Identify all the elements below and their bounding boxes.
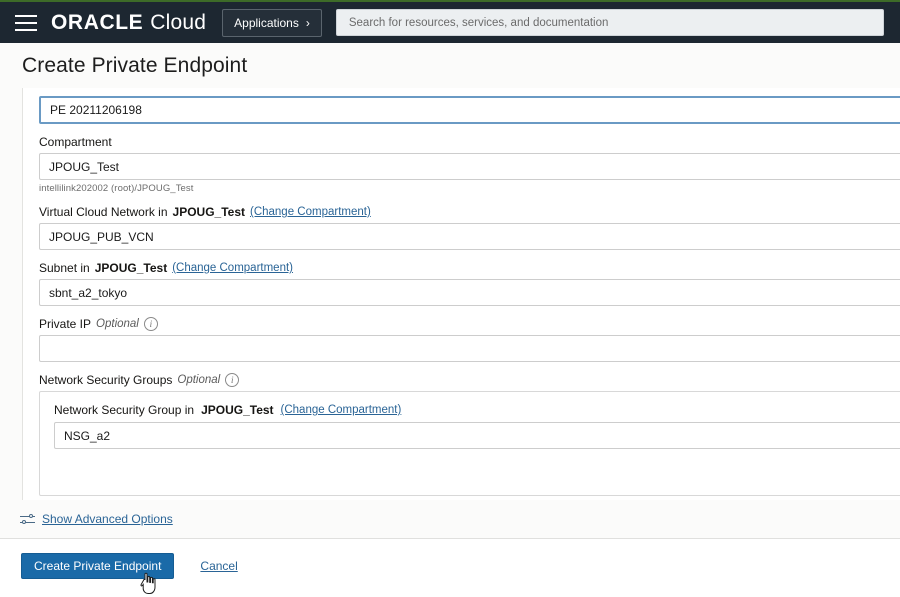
- network-security-groups-field-group: Network Security Groups Optional i Netwo…: [39, 373, 900, 496]
- show-advanced-options-link[interactable]: Show Advanced Options: [42, 512, 173, 526]
- nsg-change-compartment-link[interactable]: (Change Compartment): [281, 404, 402, 416]
- global-search-box[interactable]: [335, 9, 884, 36]
- search-input[interactable]: [346, 15, 873, 30]
- private-ip-optional-text: Optional: [96, 318, 139, 330]
- compartment-select[interactable]: JPOUG_Test: [39, 153, 900, 180]
- private-ip-field-group: Private IP Optional i: [39, 317, 900, 362]
- applications-button[interactable]: Applications ›: [222, 8, 322, 37]
- vcn-change-compartment-link[interactable]: (Change Compartment): [250, 206, 371, 218]
- nsg-inner-label-compartment: JPOUG_Test: [201, 403, 274, 417]
- form-panel-scroll-area: PE 20211206198 Compartment JPOUG_Test in…: [0, 88, 900, 500]
- create-private-endpoint-form: PE 20211206198 Compartment JPOUG_Test in…: [22, 88, 900, 500]
- vcn-field-group: Virtual Cloud Network in JPOUG_Test (Cha…: [39, 205, 900, 250]
- compartment-label-text: Compartment: [39, 135, 112, 149]
- subnet-label-compartment: JPOUG_Test: [94, 261, 168, 275]
- nsg-label-text: Network Security Groups: [39, 373, 173, 387]
- nsg-group-box: Network Security Group in JPOUG_Test (Ch…: [39, 391, 900, 496]
- hamburger-line: [15, 28, 37, 31]
- info-icon[interactable]: i: [225, 373, 240, 387]
- compartment-path-hint: intellilink202002 (root)/JPOUG_Test: [39, 183, 194, 194]
- vcn-label-prefix: Virtual Cloud Network in: [39, 205, 168, 219]
- info-icon[interactable]: i: [143, 317, 158, 331]
- cancel-button[interactable]: Cancel: [200, 559, 237, 573]
- sliders-knob: [22, 519, 26, 524]
- nsg-select[interactable]: NSG_a2: [54, 422, 900, 449]
- chevron-right-icon: ›: [305, 15, 310, 30]
- subnet-select[interactable]: sbnt_a2_tokyo: [39, 279, 900, 306]
- create-private-endpoint-button[interactable]: Create Private Endpoint: [21, 553, 175, 579]
- oracle-cloud-logo[interactable]: ORACLE Cloud: [51, 11, 206, 35]
- private-ip-label: Private IP Optional i: [39, 317, 900, 331]
- brand-oracle-text: ORACLE: [51, 10, 144, 34]
- sliders-icon: [20, 513, 35, 526]
- network-security-groups-label: Network Security Groups Optional i: [39, 373, 900, 387]
- nsg-optional-text: Optional: [177, 374, 221, 386]
- private-ip-label-text: Private IP: [39, 317, 92, 331]
- form-footer: Create Private Endpoint Cancel: [0, 538, 900, 593]
- vcn-select[interactable]: JPOUG_PUB_VCN: [39, 223, 900, 250]
- compartment-field-group: Compartment JPOUG_Test intellilink202002…: [39, 135, 900, 194]
- page-title: Create Private Endpoint: [22, 53, 248, 77]
- page-title-bar: Create Private Endpoint: [0, 43, 900, 88]
- hamburger-line: [15, 14, 37, 17]
- name-input[interactable]: PE 20211206198: [39, 96, 900, 124]
- hamburger-line: [15, 21, 37, 24]
- applications-label: Applications: [234, 15, 299, 30]
- private-ip-input[interactable]: [39, 335, 900, 362]
- nsg-inner-label-prefix: Network Security Group in: [54, 403, 195, 417]
- nsg-inner-label: Network Security Group in JPOUG_Test (Ch…: [54, 403, 900, 417]
- subnet-label-prefix: Subnet in: [39, 261, 90, 275]
- sliders-knob: [29, 513, 33, 518]
- subnet-label: Subnet in JPOUG_Test (Change Compartment…: [39, 261, 900, 275]
- advanced-options-row: Show Advanced Options: [0, 500, 900, 538]
- vcn-label-compartment: JPOUG_Test: [172, 205, 245, 219]
- name-field-group: PE 20211206198: [39, 96, 900, 124]
- brand-cloud-text: Cloud: [150, 10, 207, 34]
- subnet-change-compartment-link[interactable]: (Change Compartment): [172, 262, 293, 274]
- hamburger-menu-icon[interactable]: [15, 14, 37, 31]
- vcn-label: Virtual Cloud Network in JPOUG_Test (Cha…: [39, 205, 900, 219]
- global-header: ORACLE Cloud Applications ›: [0, 0, 900, 43]
- compartment-label: Compartment: [39, 135, 900, 149]
- subnet-field-group: Subnet in JPOUG_Test (Change Compartment…: [39, 261, 900, 306]
